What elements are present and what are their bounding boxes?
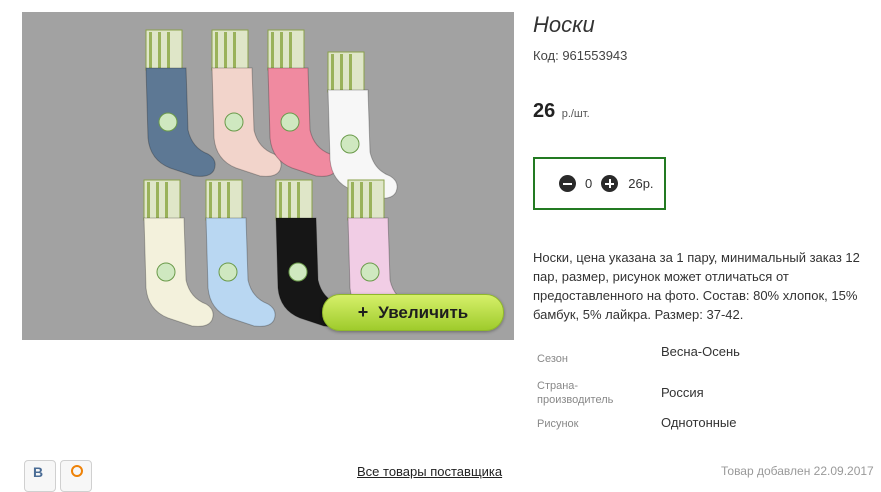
product-price: 26 р./шт. xyxy=(533,100,590,123)
all-supplier-goods-link[interactable]: Все товары поставщика xyxy=(357,464,502,479)
spec-value-country: Россия xyxy=(661,385,704,400)
zoom-button-label: Увеличить xyxy=(378,302,469,322)
quantity-value: 0 xyxy=(585,176,593,191)
spec-value-pattern: Однотонные xyxy=(661,415,737,430)
sock-3 xyxy=(267,29,338,177)
product-description: Носки, цена указана за 1 пару, минимальн… xyxy=(533,250,860,322)
sock-4 xyxy=(327,51,398,199)
plus-icon: + xyxy=(357,302,369,322)
spec-label-season: Сезон xyxy=(537,353,568,365)
sock-1 xyxy=(145,29,216,177)
vk-letter: В xyxy=(33,464,44,480)
sock-5 xyxy=(143,179,214,327)
product-title: Носки xyxy=(533,12,595,37)
zoom-button[interactable]: + Увеличить xyxy=(322,294,504,331)
vk-share-icon[interactable]: В xyxy=(24,460,56,492)
sock-6 xyxy=(205,179,276,327)
price-amount: 26 xyxy=(533,100,556,122)
plus-circle-icon[interactable] xyxy=(601,175,619,192)
added-date: Товар добавлен 22.09.2017 xyxy=(721,464,874,478)
spec-value-season: Весна-Осень xyxy=(661,344,740,359)
quantity-total: 26р. xyxy=(628,176,654,191)
quantity-stepper: 0 26р. xyxy=(533,157,666,210)
product-code: Код: 961553943 xyxy=(533,48,628,63)
product-photo[interactable]: + Увеличить xyxy=(22,12,514,340)
ok-share-icon[interactable] xyxy=(60,460,92,492)
spec-label-country: Страна-производитель xyxy=(537,380,614,406)
socks-image xyxy=(143,29,418,327)
spec-label-pattern: Рисунок xyxy=(537,418,579,430)
price-unit: р./шт. xyxy=(561,108,590,120)
minus-icon[interactable] xyxy=(559,175,576,192)
